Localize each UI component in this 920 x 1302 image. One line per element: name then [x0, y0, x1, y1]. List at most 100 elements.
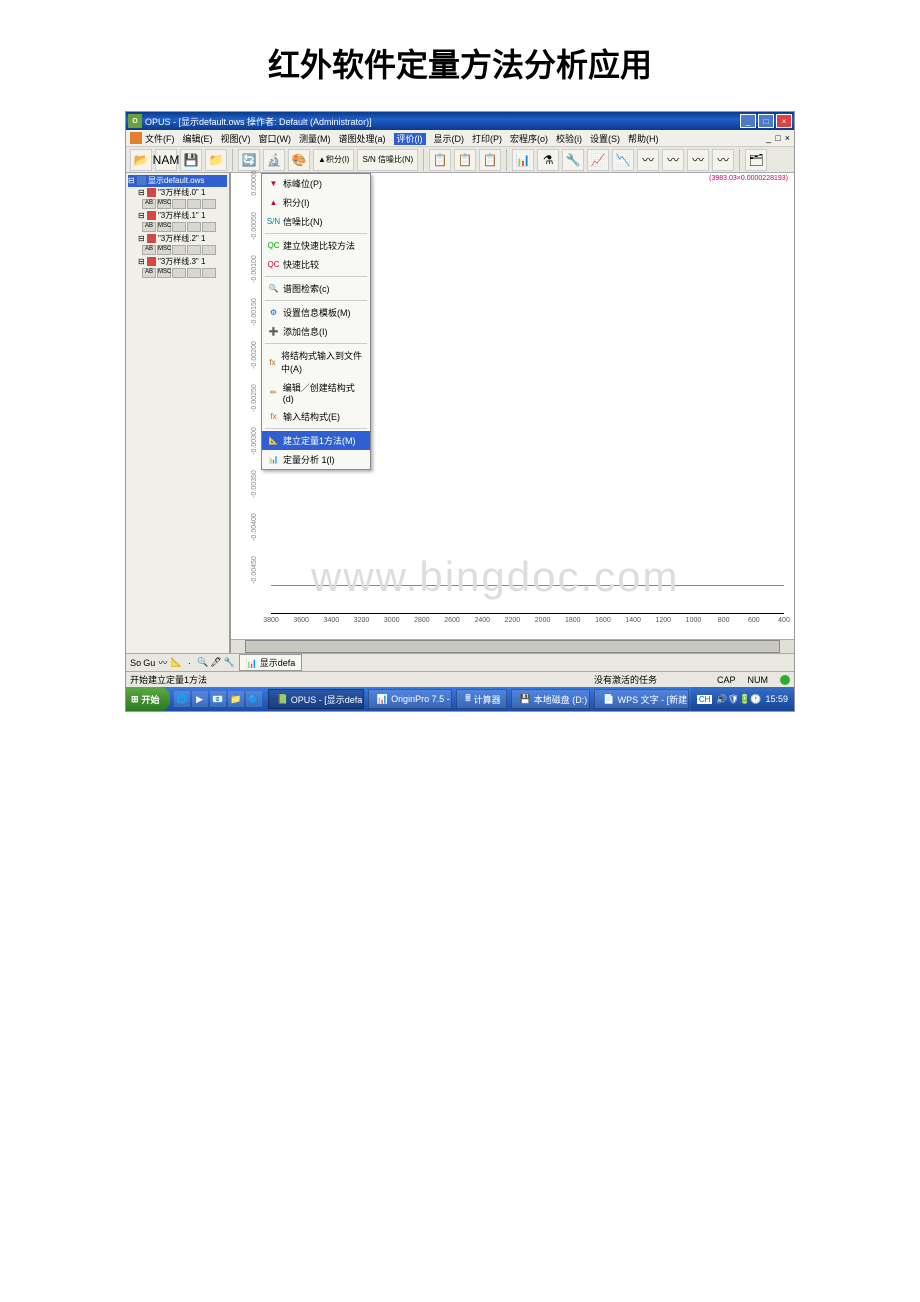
toolbar-btn-17[interactable]: 🔧 [562, 149, 584, 171]
menu-10[interactable]: 校验(i) [556, 134, 582, 144]
toolbar-btn-11[interactable]: 📋 [429, 149, 451, 171]
menu-item-12[interactable]: fx将结构式输入到文件中(A) [262, 346, 370, 378]
graph-area[interactable]: (3983.03×0.0000228193) ▼标峰位(P)▲积分(I)S/N信… [231, 173, 794, 653]
toolbar-btn-0[interactable]: 📂 [130, 149, 152, 171]
tool-icon-1[interactable]: Gu [143, 656, 155, 669]
task-4[interactable]: 📄WPS 文字 - [新建 [594, 689, 688, 709]
menu-item-4[interactable]: QC建立快速比较方法 [262, 236, 370, 255]
menu-4[interactable]: 测量(M) [299, 134, 331, 144]
doc-minimize-button[interactable]: _ [766, 133, 771, 143]
task-0[interactable]: 📗OPUS - [显示defa [268, 689, 364, 709]
tray-icon-0[interactable]: 🔊 [716, 694, 727, 704]
y-tick: -0.00200 [251, 335, 258, 375]
menu-item-16[interactable]: 📐建立定量1方法(M) [262, 431, 370, 450]
menu-3[interactable]: 窗口(W) [259, 134, 292, 144]
tool-icon-3[interactable]: 📐 [171, 656, 182, 669]
tool-icon-7[interactable]: 🔧 [224, 656, 235, 669]
menu-6[interactable]: 评价(l) [394, 133, 426, 145]
horizontal-scrollbar[interactable] [231, 639, 794, 653]
menu-11[interactable]: 设置(S) [590, 134, 620, 144]
toolbar-btn-22[interactable]: 〰 [687, 149, 709, 171]
menu-1[interactable]: 编辑(E) [183, 134, 213, 144]
toolbar-btn-19[interactable]: 📉 [612, 149, 634, 171]
menu-item-13[interactable]: ✏编辑／创建结构式(d) [262, 378, 370, 407]
x-tick: 1600 [595, 617, 611, 624]
toolbar-btn-12[interactable]: 📋 [454, 149, 476, 171]
status-message: 开始建立定量1方法 [130, 673, 594, 686]
system-tray[interactable]: CH 🔊🛡🔋🕐 15:59 [691, 687, 794, 711]
menu-item-14[interactable]: fx输入结构式(E) [262, 407, 370, 426]
toolbar-btn-9[interactable]: S/N 信噪比(N) [357, 149, 418, 171]
toolbar-btn-16[interactable]: ⚗ [537, 149, 559, 171]
close-button[interactable]: × [776, 114, 792, 128]
menu-item-9[interactable]: ⚙设置信息模板(M) [262, 303, 370, 322]
doc-maximize-button[interactable]: □ [775, 133, 780, 143]
language-indicator[interactable]: CH [697, 695, 713, 704]
menu-9[interactable]: 宏程序(o) [510, 134, 548, 144]
tree-item-4[interactable]: ⊟ "3万样线.3" 1 [128, 256, 227, 268]
scrollbar-thumb[interactable] [245, 640, 780, 653]
menu-7[interactable]: 显示(D) [434, 134, 465, 144]
toolbar-btn-18[interactable]: 📈 [587, 149, 609, 171]
menu-item-icon: 📐 [268, 435, 279, 446]
menu-item-1[interactable]: ▲积分(I) [262, 193, 370, 212]
toolbar-btn-6[interactable]: 🔬 [263, 149, 285, 171]
toolbar-btn-20[interactable]: 〰 [637, 149, 659, 171]
quicklaunch-4[interactable]: 🔷 [246, 691, 262, 707]
menu-item-10[interactable]: ➕添加信息(I) [262, 322, 370, 341]
windows-logo-icon: ⊞ [131, 694, 139, 705]
view-tab[interactable]: 📊 显示defa [239, 654, 302, 671]
menu-2[interactable]: 视图(V) [221, 134, 251, 144]
tool-icon-6[interactable]: 🖊 [210, 656, 221, 669]
status-led-icon [780, 675, 790, 685]
task-1[interactable]: 📊OriginPro 7.5 - [368, 689, 452, 709]
tool-icon-0[interactable]: So [130, 656, 141, 669]
tree-item-3[interactable]: ⊟ "3万样线.2" 1 [128, 233, 227, 245]
tool-icon-5[interactable]: 🔍 [197, 656, 208, 669]
toolbar-btn-21[interactable]: 〰 [662, 149, 684, 171]
toolbar-btn-23[interactable]: 〰 [712, 149, 734, 171]
y-tick: -0.00350 [251, 464, 258, 504]
tool-icon-2[interactable]: 〰 [157, 656, 168, 669]
toolbar-btn-1[interactable]: NAM [155, 149, 177, 171]
menu-item-2[interactable]: S/N信噪比(N) [262, 212, 370, 231]
menu-0[interactable]: 文件(F) [145, 134, 175, 144]
quicklaunch-2[interactable]: 📧 [210, 691, 226, 707]
x-tick: 400 [778, 617, 790, 624]
tray-icon-2[interactable]: 🔋 [739, 694, 750, 704]
tray-icon-3[interactable]: 🕐 [750, 694, 761, 704]
coordinate-readout: (3983.03×0.0000228193) [709, 175, 788, 182]
minimize-button[interactable]: _ [740, 114, 756, 128]
menu-item-7[interactable]: 🔍谱图检索(c) [262, 279, 370, 298]
task-3[interactable]: 💾本地磁盘 (D:) [511, 689, 591, 709]
menu-item-17[interactable]: 📊定量分析 1(l) [262, 450, 370, 469]
toolbar-btn-8[interactable]: ▲积分(I) [313, 149, 354, 171]
tree-item-2[interactable]: ⊟ "3万样线.1" 1 [128, 210, 227, 222]
clock[interactable]: 15:59 [765, 694, 788, 704]
menu-item-5[interactable]: QC快速比较 [262, 255, 370, 274]
quicklaunch-0[interactable]: 🌐 [174, 691, 190, 707]
x-tick: 600 [748, 617, 760, 624]
menu-5[interactable]: 谱图处理(a) [339, 134, 386, 144]
menu-item-0[interactable]: ▼标峰位(P) [262, 174, 370, 193]
tree-item-0[interactable]: ⊟ 显示default.ows [128, 175, 227, 187]
menu-item-icon: ▼ [268, 178, 279, 189]
maximize-button[interactable]: □ [758, 114, 774, 128]
quicklaunch-1[interactable]: ▶ [192, 691, 208, 707]
start-button[interactable]: ⊞ 开始 [126, 687, 170, 711]
tray-icon-1[interactable]: 🛡 [728, 694, 739, 704]
toolbar-btn-25[interactable]: 🗂 [745, 149, 767, 171]
task-2[interactable]: 🖩计算器 [456, 689, 506, 709]
status-task: 没有激活的任务 [594, 673, 657, 686]
toolbar-btn-3[interactable]: 📁 [205, 149, 227, 171]
quicklaunch-3[interactable]: 📁 [228, 691, 244, 707]
toolbar-btn-15[interactable]: 📊 [512, 149, 534, 171]
toolbar-btn-13[interactable]: 📋 [479, 149, 501, 171]
toolbar-btn-2[interactable]: 💾 [180, 149, 202, 171]
tree-item-1[interactable]: ⊟ "3万样线.0" 1 [128, 187, 227, 199]
menu-12[interactable]: 帮助(H) [628, 134, 659, 144]
menu-8[interactable]: 打印(P) [472, 134, 502, 144]
tool-icon-4[interactable]: · [184, 656, 195, 669]
toolbar-btn-7[interactable]: 🎨 [288, 149, 310, 171]
doc-close-button[interactable]: × [785, 133, 790, 143]
